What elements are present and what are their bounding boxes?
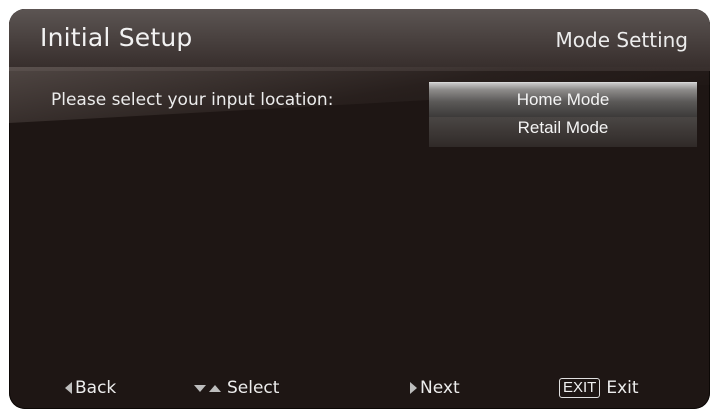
setup-screen: Initial Setup Mode Setting Please select… <box>9 9 710 409</box>
down-arrow-icon <box>194 384 206 392</box>
back-label: Back <box>75 378 117 398</box>
next-hint[interactable]: Next <box>410 376 460 400</box>
next-label: Next <box>420 378 460 398</box>
right-arrow-icon <box>410 382 417 394</box>
header-bar: Initial Setup Mode Setting <box>9 9 710 71</box>
footer-hints: Back Select Next EXIT Exit <box>9 364 710 409</box>
exit-label: Exit <box>606 378 639 398</box>
select-label: Select <box>227 378 280 398</box>
exit-key-icon: EXIT <box>559 378 601 398</box>
up-arrow-icon <box>209 384 221 392</box>
option-retail-mode[interactable]: Retail Mode <box>429 117 697 147</box>
section-title: Mode Setting <box>555 28 688 52</box>
option-home-mode[interactable]: Home Mode <box>429 82 697 117</box>
location-prompt: Please select your input location: <box>51 90 334 110</box>
left-arrow-icon <box>65 382 72 394</box>
exit-hint[interactable]: EXIT Exit <box>559 376 639 400</box>
select-hint: Select <box>194 376 279 400</box>
back-hint[interactable]: Back <box>65 376 116 400</box>
page-title: Initial Setup <box>40 23 193 52</box>
